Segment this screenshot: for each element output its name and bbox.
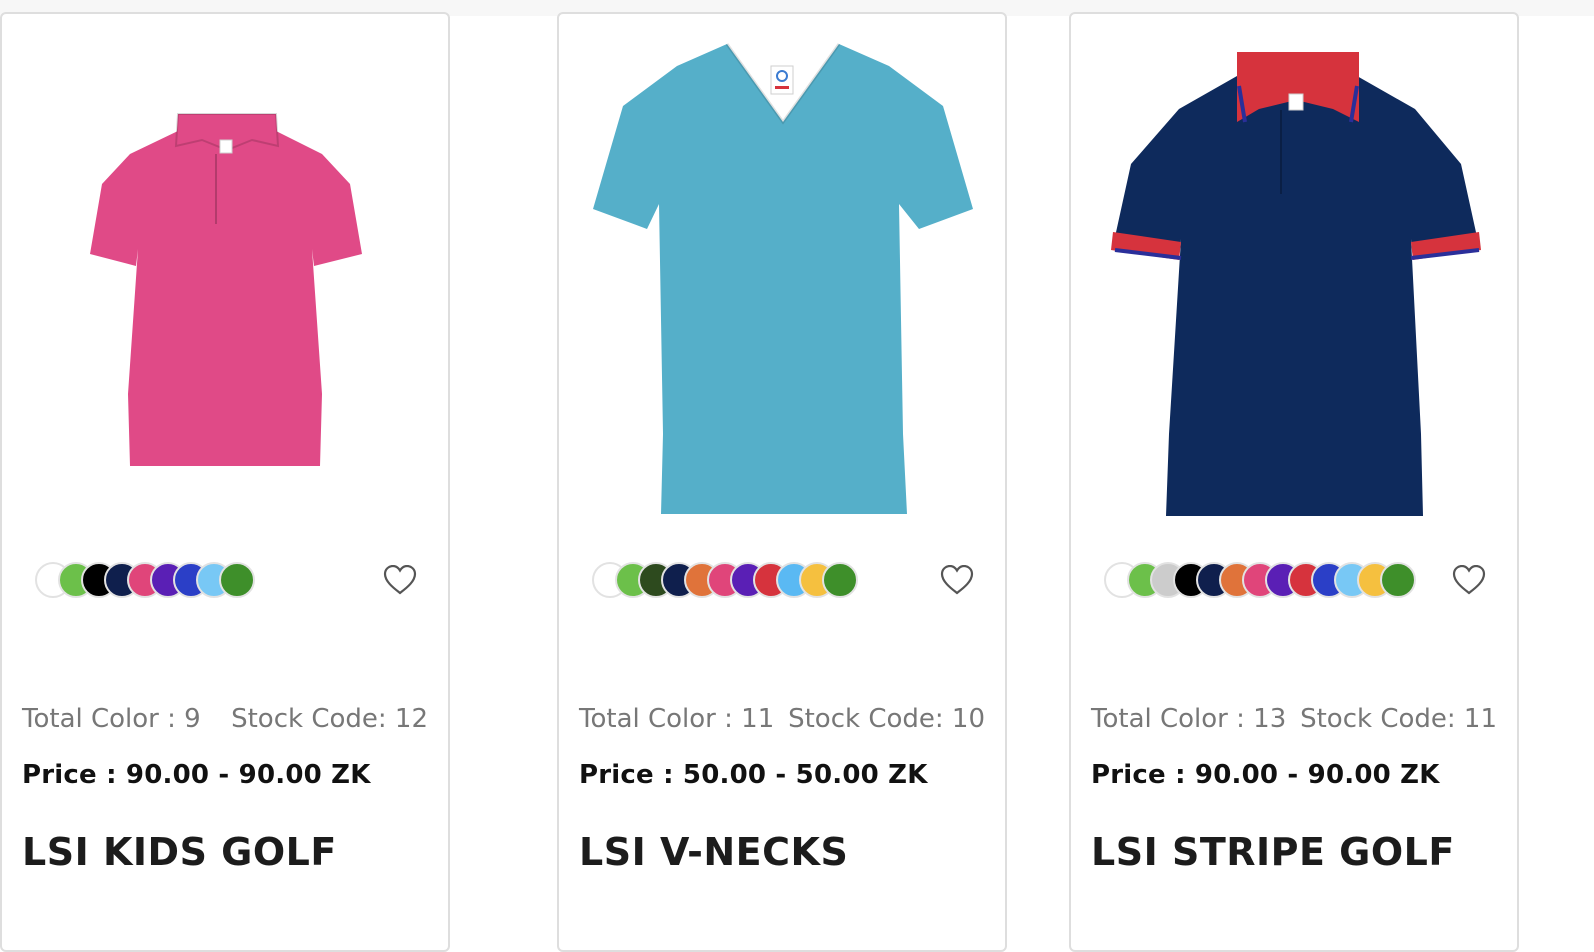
stripe-golf-shirt-image (1111, 52, 1481, 516)
heart-icon (383, 565, 417, 595)
product-title[interactable]: LSI STRIPE GOLF (1091, 830, 1455, 874)
product-image[interactable] (559, 14, 1009, 534)
favorite-button[interactable] (939, 562, 975, 598)
color-swatch[interactable] (822, 562, 858, 598)
product-card[interactable]: Total Color : 9 Stock Code: 12 Price : 9… (0, 12, 450, 952)
product-card[interactable]: Total Color : 11 Stock Code: 10 Price : … (557, 12, 1007, 952)
stock-code-label: Stock Code: 11 (1300, 704, 1497, 734)
product-meta: Total Color : 13 Stock Code: 11 (1091, 704, 1497, 734)
heart-icon (940, 565, 974, 595)
color-swatches[interactable] (1104, 562, 1424, 598)
stock-code-label: Stock Code: 10 (788, 704, 985, 734)
color-swatch[interactable] (219, 562, 255, 598)
total-color-label: Total Color : 9 (22, 704, 201, 734)
total-color-label: Total Color : 13 (1091, 704, 1287, 734)
favorite-button[interactable] (1451, 562, 1487, 598)
stock-code-label: Stock Code: 12 (231, 704, 428, 734)
product-meta: Total Color : 9 Stock Code: 12 (22, 704, 428, 734)
color-swatches[interactable] (35, 562, 355, 598)
color-swatches[interactable] (592, 562, 912, 598)
color-swatch[interactable] (1380, 562, 1416, 598)
favorite-button[interactable] (382, 562, 418, 598)
price-label: Price : 90.00 - 90.00 ZK (1091, 760, 1440, 790)
total-color-label: Total Color : 11 (579, 704, 775, 734)
vneck-shirt-image (593, 43, 973, 514)
price-label: Price : 50.00 - 50.00 ZK (579, 760, 928, 790)
product-title[interactable]: LSI KIDS GOLF (22, 830, 337, 874)
kids-golf-shirt-image (90, 113, 362, 466)
product-meta: Total Color : 11 Stock Code: 10 (579, 704, 985, 734)
heart-icon (1452, 565, 1486, 595)
price-label: Price : 90.00 - 90.00 ZK (22, 760, 371, 790)
product-title[interactable]: LSI V-NECKS (579, 830, 848, 874)
product-image[interactable] (2, 14, 452, 534)
product-image[interactable] (1071, 14, 1521, 534)
product-card[interactable]: Total Color : 13 Stock Code: 11 Price : … (1069, 12, 1519, 952)
